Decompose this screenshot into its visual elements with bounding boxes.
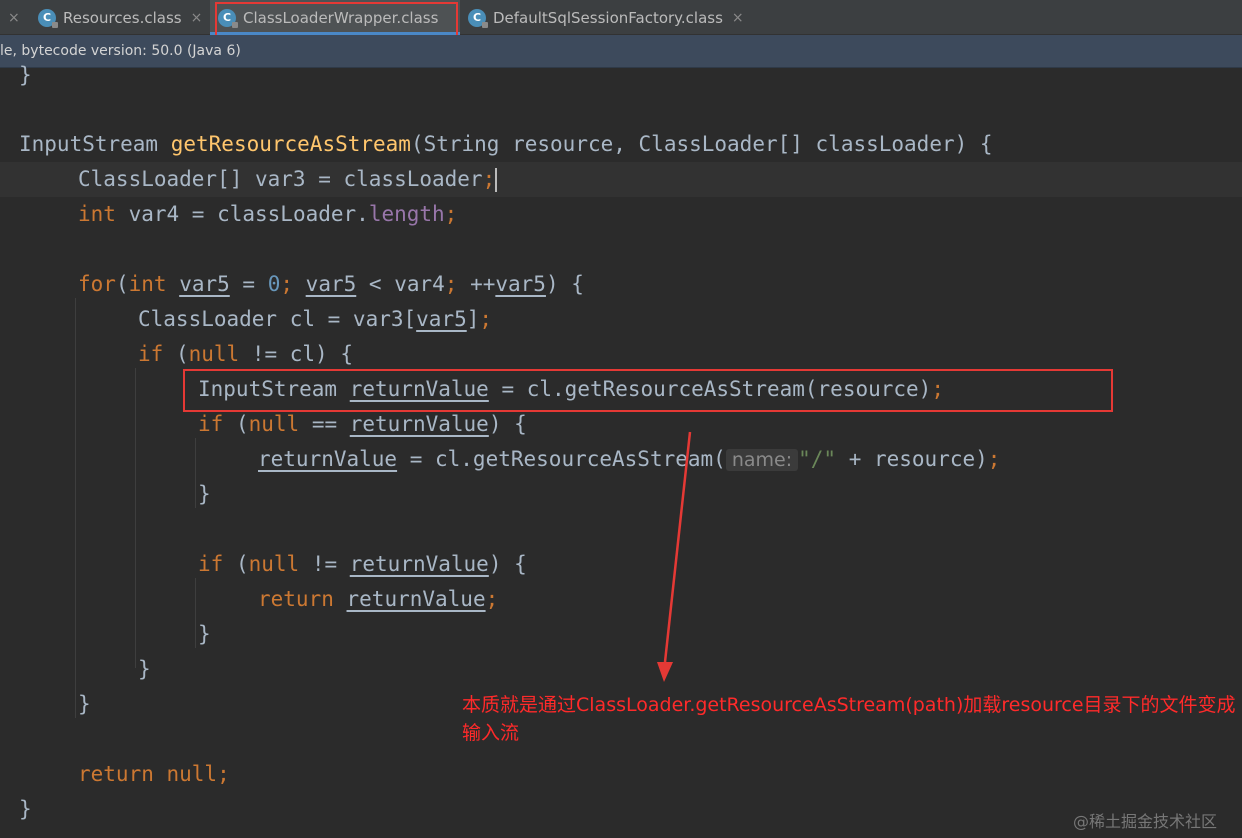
watermark: @稀土掘金技术社区: [1073, 812, 1218, 831]
annotation-text: 本质就是通过ClassLoader.getResourceAsStream(pa…: [462, 694, 1236, 744]
